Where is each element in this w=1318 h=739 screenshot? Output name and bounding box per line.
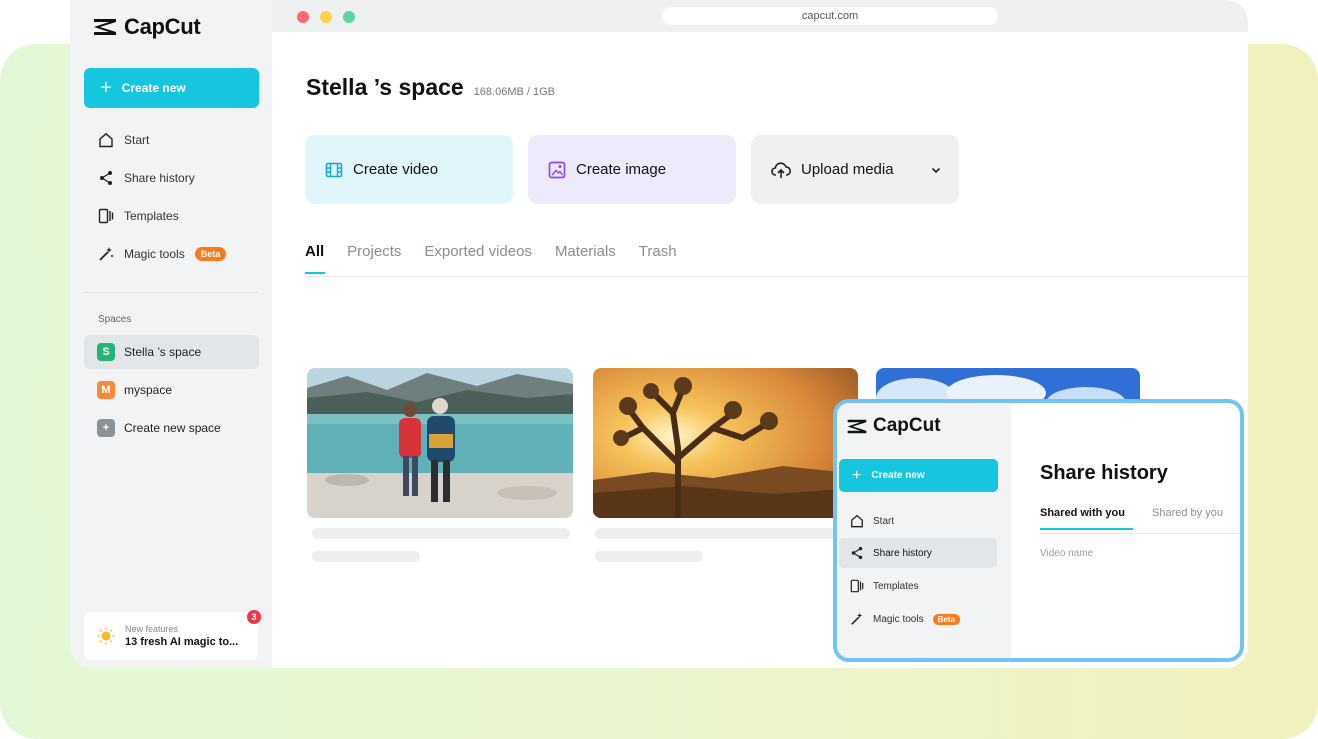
share-icon [851,546,863,560]
space-label: Create new space [124,421,221,435]
notification-badge: 3 [247,610,261,624]
sidebar-item-label: Templates [124,209,179,223]
media-thumbnail-desert[interactable] [593,368,858,518]
sidebar-item-templates[interactable]: Templates [84,200,259,232]
capcut-logo-icon [847,419,867,433]
tab-exported-videos[interactable]: Exported videos [424,243,532,260]
tab-trash[interactable]: Trash [639,243,677,260]
capcut-logo-icon [94,19,116,35]
share-icon [98,170,114,186]
templates-icon [98,208,114,224]
tab-shared-by-you[interactable]: Shared by you [1152,507,1223,519]
sidebar-item-label: Share history [124,171,195,185]
popup-item-label: Share history [873,547,932,559]
popup-item-templates[interactable]: Templates [839,571,997,601]
thumbnail-title-placeholder [312,528,570,539]
create-video-button[interactable]: Create video [305,135,513,204]
create-image-button[interactable]: Create image [528,135,736,204]
thumbnail-meta-placeholder [595,551,703,562]
storage-usage: 168.06MB / 1GB [473,86,556,98]
space-avatar: M [97,381,115,399]
close-dot[interactable] [297,11,309,23]
space-label: myspace [124,383,173,397]
new-features-text: 13 fresh AI magic to... [125,636,239,648]
thumbnail-meta-placeholder [312,551,420,562]
tabs-divider [305,276,1248,277]
popup-item-label: Magic tools [873,613,924,625]
new-features-card[interactable]: New features 13 fresh AI magic to... [84,612,258,660]
create-new-label: Create new [871,470,925,481]
capcut-logo[interactable]: CapCut [92,14,201,40]
sidebar: CapCut + Create new Start Share history … [70,0,272,668]
chevron-down-icon[interactable] [930,164,942,176]
space-avatar: S [97,343,115,361]
create-image-label: Create image [576,161,667,178]
media-thumbnail-lake[interactable] [307,368,573,518]
space-header: Stella ’s space 168.06MB / 1GB [306,74,555,101]
page-title: Stella ’s space [306,74,464,100]
browser-titlebar: capcut.com [272,0,1248,32]
popup-sidebar: CapCut + Create new Start Share history … [837,403,1011,658]
templates-icon [850,579,864,593]
thumbnail-title-placeholder [595,528,853,539]
popup-item-label: Start [873,515,895,527]
film-icon [325,162,343,177]
popup-item-magic-tools[interactable]: Magic tools Beta [839,604,997,634]
sidebar-item-start[interactable]: Start [84,124,259,156]
plus-icon: + [852,466,862,484]
share-history-title: Share history [1040,462,1168,484]
sidebar-item-label: Start [124,133,150,147]
tab-projects[interactable]: Projects [347,243,401,260]
share-history-popup: CapCut + Create new Start Share history … [833,399,1244,662]
new-features-label: New features [125,624,179,634]
home-icon [851,514,863,528]
minimize-dot[interactable] [320,11,332,23]
popup-capcut-logo[interactable]: CapCut [846,415,941,437]
cloud-upload-icon [771,161,791,178]
create-new-button[interactable]: + Create new [84,68,259,108]
spaces-heading: Spaces [98,314,132,325]
popup-item-start[interactable]: Start [839,506,997,536]
address-bar[interactable]: capcut.com [662,7,998,25]
beta-badge: Beta [932,613,960,625]
create-new-label: Create new [121,81,186,95]
beta-badge: Beta [194,247,227,261]
space-item-stella[interactable]: S Stella ’s space [84,335,259,369]
space-item-myspace[interactable]: M myspace [84,373,259,407]
popup-item-share-history[interactable]: Share history [839,538,997,568]
sidebar-item-label: Magic tools [124,247,185,261]
brand-name: CapCut [124,14,201,39]
lightbulb-icon [97,627,115,645]
plus-icon: + [97,419,115,437]
sidebar-item-share-history[interactable]: Share history [84,162,259,194]
sidebar-divider [84,292,259,293]
maximize-dot[interactable] [343,11,355,23]
plus-icon: + [100,77,112,99]
sidebar-item-magic-tools[interactable]: Magic tools Beta [84,238,259,270]
create-new-space-button[interactable]: + Create new space [84,411,259,445]
tab-shared-with-you[interactable]: Shared with you [1040,507,1133,530]
tab-materials[interactable]: Materials [555,243,616,260]
video-name-column-header: Video name [1040,548,1094,559]
create-video-label: Create video [353,161,439,178]
brand-name: CapCut [873,415,941,436]
tab-all[interactable]: All [305,243,326,274]
image-icon [548,161,566,178]
magic-wand-icon [98,246,114,262]
home-icon [98,132,114,148]
popup-item-label: Templates [873,580,919,592]
popup-tabs-divider [1040,533,1240,534]
upload-media-button[interactable]: Upload media [751,135,959,204]
content-tabs: All Projects Exported videos Materials T… [305,243,677,274]
space-label: Stella ’s space [124,345,202,359]
popup-create-new-button[interactable]: + Create new [839,459,998,492]
upload-media-label: Upload media [801,161,894,178]
magic-wand-icon [851,612,863,625]
